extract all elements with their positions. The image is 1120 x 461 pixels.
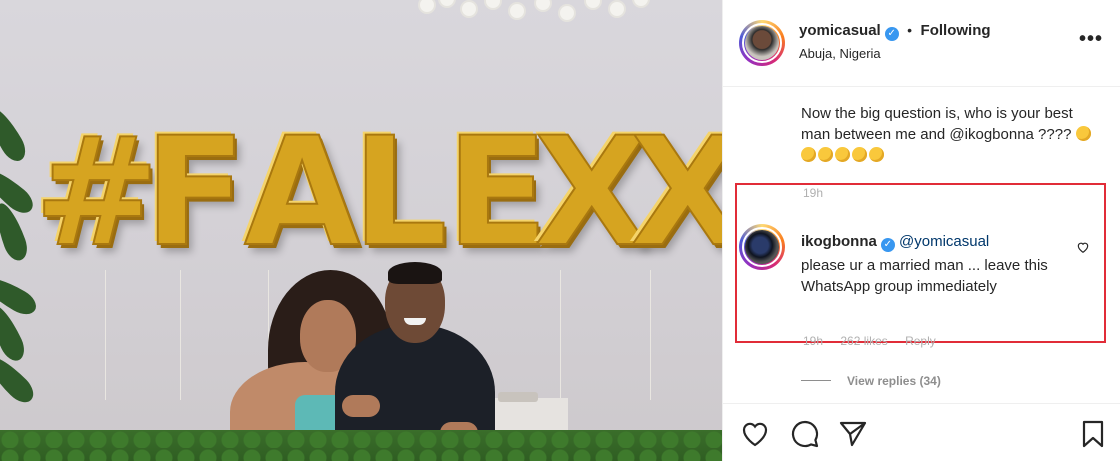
hand	[342, 395, 380, 417]
comment-header: ikogbonna ✓ @yomicasual	[801, 233, 989, 252]
action-bar	[723, 403, 1120, 461]
reply-button[interactable]: Reply	[905, 334, 936, 348]
header-user: yomicasual ✓ • Following	[799, 22, 991, 41]
post-caption: Now the big question is, who is your bes…	[801, 103, 1101, 166]
balloon-string	[180, 270, 181, 400]
location-link[interactable]: Abuja, Nigeria	[799, 46, 881, 61]
comment-mention[interactable]: @yomicasual	[899, 233, 989, 250]
heart-icon[interactable]	[739, 418, 771, 450]
more-options-icon[interactable]: •••	[1079, 28, 1103, 51]
balloon-l: L	[351, 106, 449, 280]
caption-text: Now the big question is, who is your bes…	[801, 105, 1073, 143]
rofl-emoji-icon	[801, 147, 816, 162]
man-smile	[404, 318, 426, 325]
verified-badge-icon: ✓	[884, 27, 899, 41]
comment-icon[interactable]	[789, 418, 821, 450]
comment-text: please ur a married man ... leave this W…	[801, 257, 1048, 295]
man-hair	[388, 262, 442, 284]
rofl-emoji-icon	[869, 147, 884, 162]
avatar[interactable]	[739, 20, 785, 66]
rofl-emoji-icon	[835, 147, 850, 162]
balloon-string	[650, 270, 651, 400]
rofl-emoji-icon	[1075, 126, 1091, 141]
comment-meta: 19h 262 likes Reply	[803, 334, 950, 348]
hedge-decoration	[0, 430, 722, 461]
separator-dot: •	[907, 22, 913, 38]
commenter-username[interactable]: ikogbonna	[801, 233, 877, 250]
balloon-hash: #	[33, 106, 161, 280]
comment-likes[interactable]: 262 likes	[840, 334, 887, 348]
comment-timestamp: 19h	[803, 334, 824, 348]
verified-badge-icon: ✓	[880, 238, 895, 252]
following-button[interactable]: Following	[921, 22, 991, 39]
replies-divider	[801, 380, 831, 381]
commenter-avatar[interactable]	[739, 224, 785, 270]
post-photo[interactable]: # F A L E X X	[0, 0, 722, 461]
rofl-emoji-icon	[852, 147, 867, 162]
balloon-a: A	[243, 106, 361, 280]
comment-like-heart-icon[interactable]	[1076, 240, 1090, 254]
post-header: yomicasual ✓ • Following Abuja, Nigeria •…	[723, 0, 1120, 87]
view-replies-button[interactable]: View replies (34)	[801, 374, 941, 388]
balloon-x2: X	[629, 106, 722, 280]
balloon-string	[560, 270, 561, 400]
balloon-letters: # F A L E X X	[33, 106, 722, 280]
post-side-panel: yomicasual ✓ • Following Abuja, Nigeria •…	[722, 0, 1120, 461]
balloon-f: F	[143, 106, 247, 280]
rofl-emoji-icon	[818, 147, 833, 162]
share-icon[interactable]	[837, 418, 869, 450]
bookmark-icon[interactable]	[1077, 418, 1109, 450]
balloon-string	[105, 270, 106, 400]
author-username[interactable]: yomicasual	[799, 22, 881, 39]
view-replies-label[interactable]: View replies (34)	[847, 374, 941, 388]
flower-decoration	[410, 0, 670, 26]
